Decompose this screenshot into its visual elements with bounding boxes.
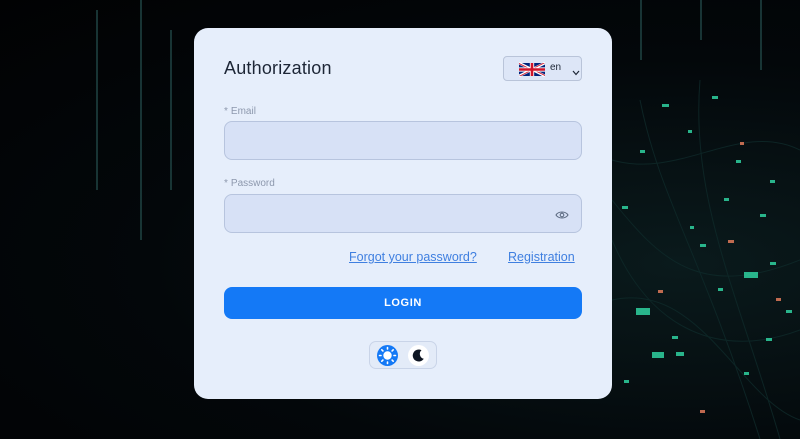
chevron-down-icon: [572, 70, 580, 76]
password-field[interactable]: [224, 194, 582, 233]
password-label-text: Password: [230, 178, 275, 189]
language-code: en: [550, 62, 562, 73]
password-label: * Password: [224, 178, 275, 189]
dark-theme-button[interactable]: [408, 345, 429, 366]
registration-link[interactable]: Registration: [508, 250, 575, 264]
sun-icon: [378, 346, 397, 365]
required-mark: *: [224, 178, 228, 189]
email-label-text: Email: [230, 106, 256, 117]
moon-icon: [412, 349, 424, 362]
required-mark: *: [224, 106, 228, 117]
eye-icon[interactable]: [555, 208, 569, 222]
forgot-password-link[interactable]: Forgot your password?: [349, 250, 477, 264]
email-field[interactable]: [224, 121, 582, 160]
email-label: * Email: [224, 106, 256, 117]
authorization-card: Authorization en * Email * Password Forgot…: [194, 28, 612, 399]
light-theme-button[interactable]: [377, 345, 398, 366]
page-title: Authorization: [224, 58, 332, 78]
login-button[interactable]: LOGIN: [224, 287, 582, 319]
language-selector[interactable]: en: [503, 56, 582, 81]
theme-switch: [369, 341, 437, 369]
uk-flag-icon: [519, 62, 545, 77]
